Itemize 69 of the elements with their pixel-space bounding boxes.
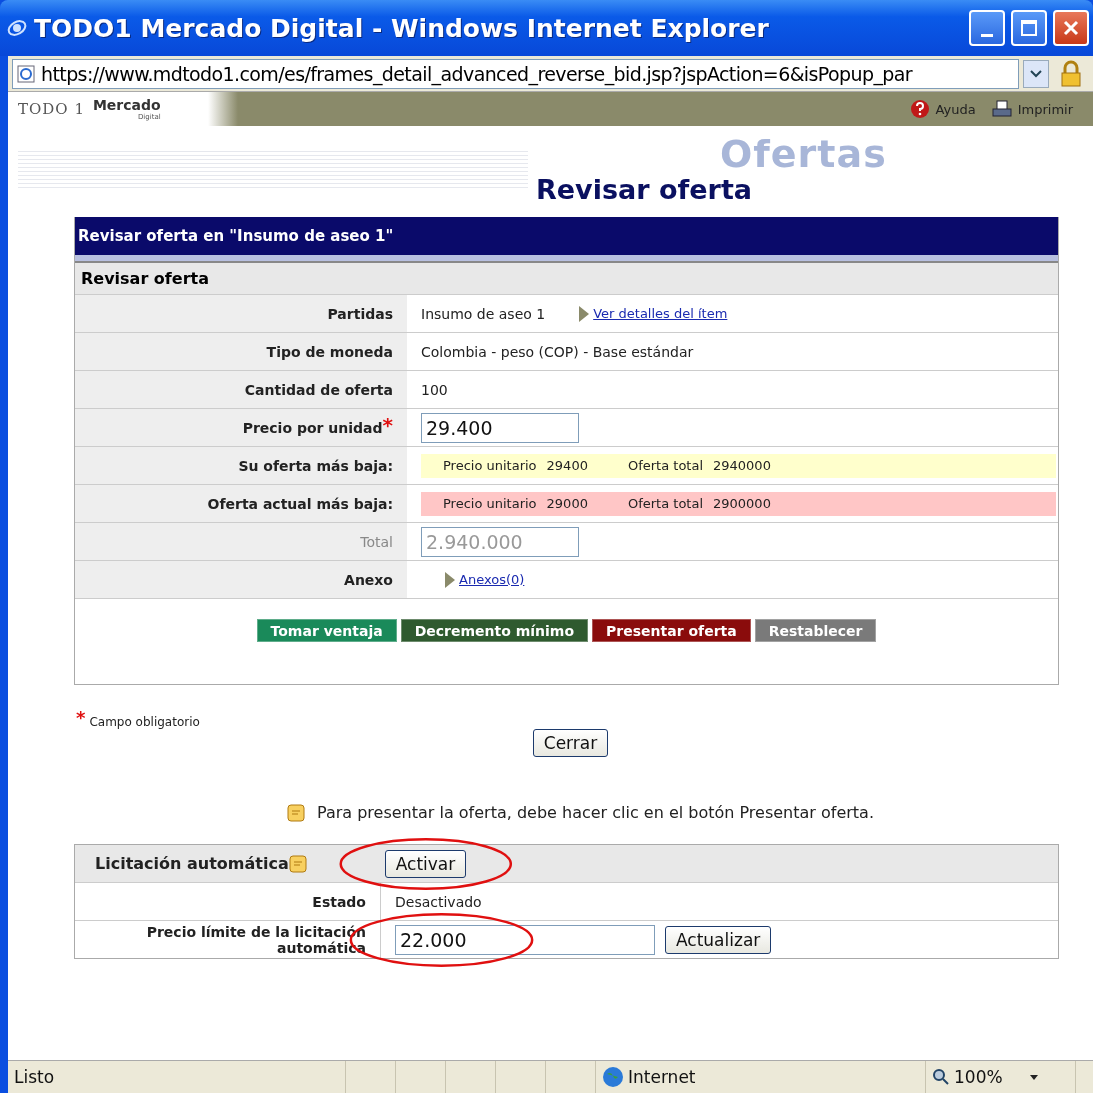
zone-text: Internet [628, 1067, 696, 1087]
field-label: Estado [312, 893, 366, 910]
help-icon [909, 99, 930, 119]
total-label: Oferta total [627, 458, 703, 473]
field-label: Precio por unidad [242, 419, 383, 436]
url-text: https://www.mdtodo1.com/es/frames_detail_advanced_reverse_bid.jsp?jspAction=6&isPopup_par [41, 62, 913, 85]
logo-name: Mercado [92, 97, 161, 113]
status-text: Listo [14, 1067, 55, 1087]
field-label: Tipo de moneda [266, 343, 393, 360]
caret-icon[interactable] [1028, 1073, 1039, 1081]
panel-title: Revisar oferta en "Insumo de aseo 1" [75, 217, 1058, 261]
section-title: Licitación automática [95, 854, 289, 873]
section-header: Revisar oferta [75, 261, 1058, 294]
price-label: Precio unitario [443, 496, 537, 511]
action-button[interactable]: Restablecer [754, 619, 877, 642]
required-mark: * [76, 707, 86, 728]
price-value: 29000 [546, 496, 588, 511]
field-label: Cantidad de oferta [244, 381, 393, 398]
activate-button[interactable]: Activar [384, 849, 467, 878]
page-icon [17, 64, 35, 83]
field-label: Oferta actual más baja: [207, 495, 393, 512]
arrow-icon [579, 305, 590, 322]
action-button[interactable]: Decremento mínimo [400, 619, 589, 642]
details-link[interactable]: Anexos(0) [459, 572, 525, 587]
printer-icon [991, 100, 1012, 118]
field-value: Colombia - peso (COP) - Base estándar [421, 343, 694, 360]
update-button[interactable]: Actualizar [665, 925, 772, 954]
header-link[interactable]: Imprimir [1017, 101, 1073, 117]
close-icon [1062, 19, 1080, 37]
field-value: 100 [421, 381, 448, 398]
note-icon [287, 803, 305, 822]
footnote-text: Campo obligatorio [89, 715, 200, 729]
input-field[interactable]: 29.400 [421, 412, 579, 443]
input-field[interactable]: 22.000 [395, 924, 655, 955]
minimize-icon [981, 33, 993, 37]
zoom-level[interactable]: 100% [954, 1067, 1003, 1087]
info-note: Para presentar la oferta, debe hacer clic en el botón Presentar oferta. [317, 803, 874, 822]
window-title: TODO1 Mercado Digital - Windows Internet Explorer [34, 13, 770, 43]
field-value: Insumo de aseo 1 [421, 305, 546, 322]
note-icon [288, 854, 307, 873]
field-label: Total [360, 533, 393, 550]
globe-icon [602, 1066, 624, 1088]
section-title: Ofertas [720, 132, 887, 176]
action-button[interactable]: Tomar ventaja [256, 619, 397, 642]
details-link[interactable]: Ver detalles del ítem [593, 306, 728, 321]
close-button[interactable] [1053, 10, 1089, 46]
field-label: Su oferta más baja: [238, 457, 393, 474]
browser-icon [6, 17, 28, 39]
logo-brand: TODO 1 [18, 100, 85, 118]
dropdown-icon[interactable] [1023, 59, 1049, 88]
required-mark: * [382, 413, 393, 437]
zoom-icon [932, 1068, 950, 1086]
header-link[interactable]: Ayuda [935, 101, 976, 117]
total-value: 2940000 [713, 458, 771, 473]
total-label: Oferta total [627, 496, 703, 511]
price-label: Precio unitario [443, 458, 537, 473]
page-title: Revisar oferta [536, 173, 752, 205]
field-value: Desactivado [395, 893, 482, 910]
field-label: Anexo [344, 571, 393, 588]
maximize-icon [1020, 19, 1038, 37]
field-label: Partidas [327, 305, 393, 322]
price-value: 29400 [546, 458, 588, 473]
maximize-button[interactable] [1011, 10, 1047, 46]
close-dialog-button[interactable]: Cerrar [532, 729, 609, 757]
minimize-button[interactable] [969, 10, 1005, 46]
arrow-icon [445, 571, 455, 588]
action-button[interactable]: Presentar oferta [592, 619, 751, 642]
total-value: 2900000 [713, 496, 771, 511]
address-field[interactable]: https://www.mdtodo1.com/es/frames_detail_advanced_reverse_bid.jsp?jspAction=6&isPopup_par [12, 58, 1019, 89]
